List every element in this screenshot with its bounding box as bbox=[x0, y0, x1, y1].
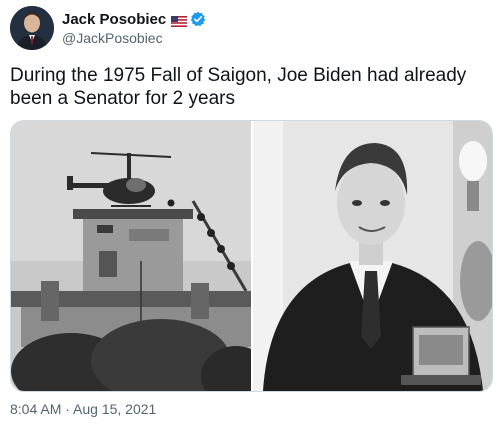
tweet: Jack Posobiec @JackPosobiec During the 1… bbox=[0, 0, 500, 425]
tweet-text: During the 1975 Fall of Saigon, Joe Bide… bbox=[10, 65, 467, 109]
media-grid bbox=[10, 120, 493, 392]
photo-senator-portrait[interactable] bbox=[253, 121, 492, 391]
photo-saigon-rooftop[interactable] bbox=[11, 121, 251, 391]
us-flag-icon bbox=[171, 14, 188, 27]
author-name[interactable]: Jack Posobiec bbox=[62, 11, 166, 28]
verified-badge-icon bbox=[190, 11, 206, 27]
avatar[interactable] bbox=[10, 6, 54, 50]
author-row: Jack Posobiec bbox=[62, 9, 206, 29]
author-handle[interactable]: @JackPosobiec bbox=[62, 30, 163, 46]
tweet-timestamp[interactable]: 8:04 AM · Aug 15, 2021 bbox=[10, 401, 156, 417]
